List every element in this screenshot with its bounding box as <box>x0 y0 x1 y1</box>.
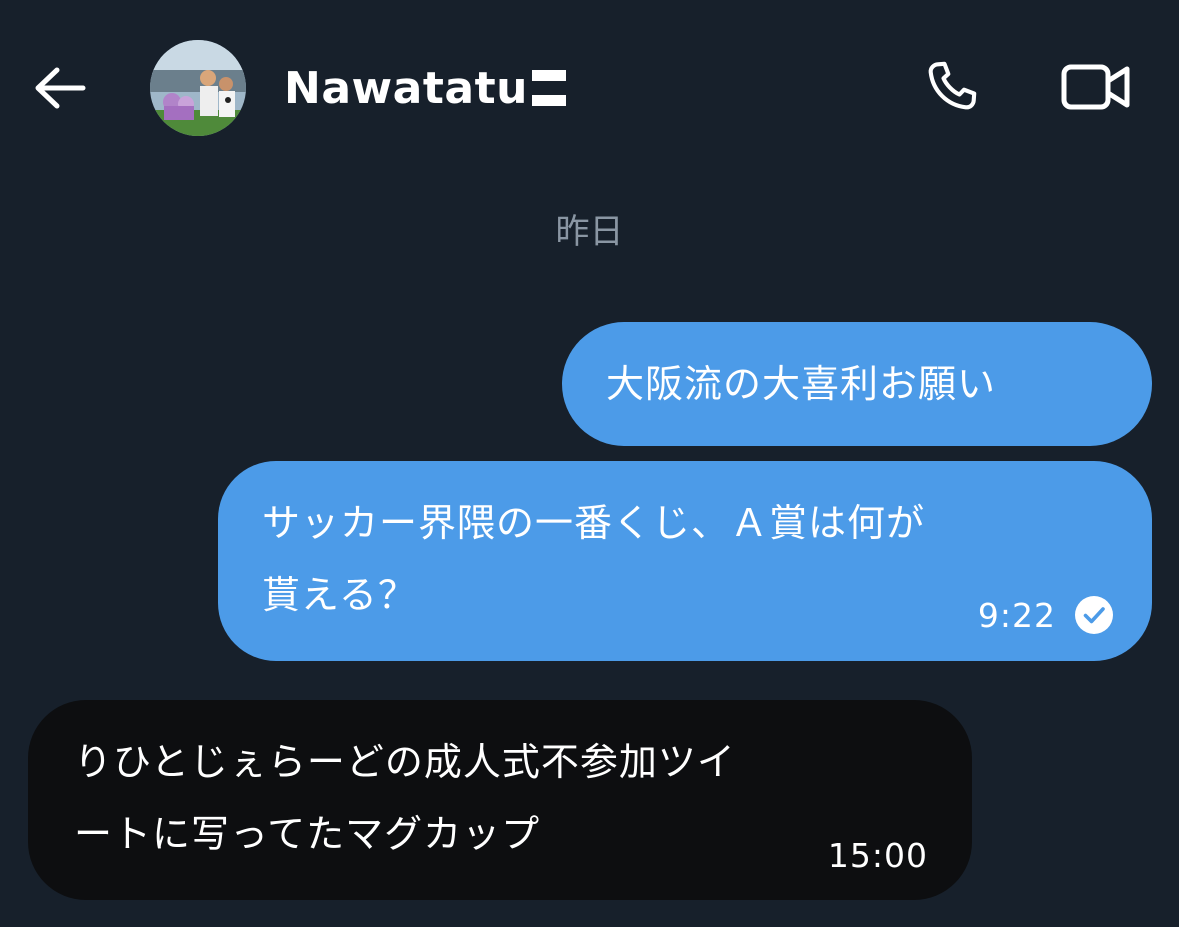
arrow-left-icon <box>35 67 86 109</box>
check-circle-icon <box>1074 595 1114 635</box>
message-time: 15:00 <box>827 836 928 875</box>
avatar-image <box>150 40 246 136</box>
message-bubble-outgoing[interactable]: 大阪流の大喜利お願い <box>562 322 1152 446</box>
contact-avatar[interactable] <box>150 40 246 136</box>
message-bubble-outgoing[interactable]: サッカー界隈の一番くじ、Ａ賞は何が 貰える？ 9:22 <box>218 461 1152 661</box>
message-meta: 9:22 <box>978 595 1114 635</box>
message-text: りひとじぇらーどの成人式不参加ツイ ートに写ってたマグカップ <box>74 740 736 856</box>
video-call-button[interactable] <box>1058 58 1134 116</box>
video-camera-icon <box>1061 64 1130 110</box>
message-bubble-incoming[interactable]: りひとじぇらーどの成人式不参加ツイ ートに写ってたマグカップ 15:00 <box>28 700 972 900</box>
date-separator: 昨日 <box>555 212 624 252</box>
dm-conversation-screen: Nawatatu 昨日 大阪流の大喜利お願い サッカー界隈の一番くじ、Ａ賞は何が… <box>0 0 1179 927</box>
message-meta: 15:00 <box>828 839 928 872</box>
phone-icon <box>928 61 977 110</box>
contact-name[interactable]: Nawatatu <box>284 58 566 118</box>
back-button[interactable] <box>30 60 90 116</box>
call-button[interactable] <box>918 56 984 118</box>
message-time: 9:22 <box>977 595 1056 635</box>
contact-name-text: Nawatatu <box>284 62 528 114</box>
message-text: 大阪流の大喜利お願い <box>606 362 997 406</box>
conversation-header: Nawatatu <box>0 0 1179 175</box>
flag-emoji-icon <box>531 70 566 106</box>
